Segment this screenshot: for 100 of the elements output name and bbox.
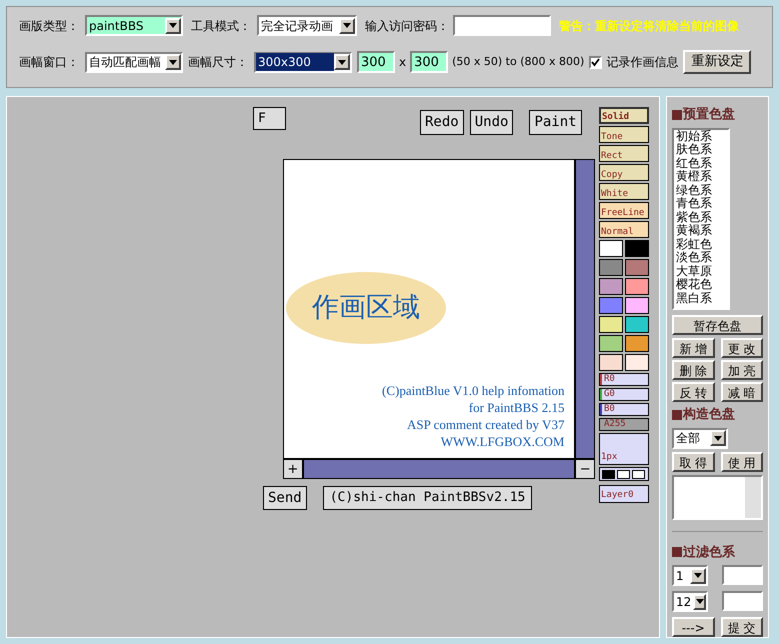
field-label: 工具模式： [191,18,251,34]
width-field[interactable]: 300 [357,51,395,73]
preset-item[interactable]: 大草原 [676,264,726,278]
preset-item[interactable]: 肤色系 [676,143,726,156]
color-swatch[interactable] [599,335,623,352]
help-text: (C)paintBlue V1.0 help infomation [382,382,564,399]
password-field[interactable] [453,15,551,36]
horizontal-scrollbar[interactable] [302,459,576,479]
preset-item[interactable]: 彩虹色 [676,238,726,251]
tool-button[interactable]: White [599,183,649,200]
tool-button[interactable]: Normal [599,221,649,238]
zoom-out-button[interactable]: − [575,459,596,479]
help-text: for PaintBBS 2.15 [468,399,564,416]
toolbar-button[interactable]: Paint [529,110,582,135]
mask-swatch[interactable] [602,470,615,478]
color-swatch[interactable] [625,297,649,314]
tool-button[interactable]: Rect [599,145,649,162]
drawing-canvas[interactable]: 作画区域 (C)paintBlue V1.0 help infomation for PaintBBS 2.15 ASP comment created by V37 WWW.LFGBOX.COM [283,159,576,459]
color-swatch[interactable] [625,316,649,333]
dropdown[interactable]: paintBBS [85,15,183,36]
field-label: 画版类型： [19,18,79,34]
warning-text: 警告：重新设定将清除当前的图像 [559,18,739,34]
tool-button[interactable]: Solid [599,107,649,124]
tool-button[interactable]: Copy [599,164,649,181]
record-checkbox[interactable] [589,56,602,68]
mask-swatch[interactable] [617,470,630,478]
square-bullet-icon [672,410,682,420]
slider-label: A255 [603,419,626,429]
pen-size-box[interactable]: 1px [599,433,649,465]
filter-field[interactable] [722,565,763,585]
preset-item[interactable]: 樱花色 [676,278,726,292]
preset-item[interactable]: 黑白系 [676,292,726,305]
send-button[interactable]: Send [263,486,307,510]
channel-slider[interactable]: R0 [599,373,649,386]
slider-label: R0 [603,374,615,384]
channel-slider[interactable]: B0 [599,403,649,416]
filter-field[interactable] [722,591,763,611]
color-swatch[interactable] [599,240,623,257]
color-swatch[interactable] [625,278,649,295]
toolbar-button[interactable]: Undo [470,110,514,135]
palette-button[interactable]: 更 改 [720,338,763,358]
color-swatch[interactable] [599,354,623,371]
arrow-button[interactable]: ---> [672,617,714,637]
dropdown[interactable]: 自动匹配画幅 [85,52,183,72]
toolbar-button[interactable]: Redo [420,110,464,135]
preset-item[interactable]: 黄褐系 [676,224,726,238]
color-swatch[interactable] [599,297,623,314]
save-palette-button[interactable]: 暂存色盘 [672,315,763,336]
preset-item[interactable]: 青色系 [676,197,726,210]
reset-button[interactable]: 重新设定 [683,50,752,74]
tool-button[interactable]: FreeLine [599,202,649,219]
section-heading: 构造色盘 [683,406,735,424]
preset-item[interactable]: 绿色系 [676,184,726,197]
times-sign: x [399,54,406,71]
preset-item[interactable]: 红色系 [676,156,726,170]
zoom-in-button[interactable]: + [283,459,303,479]
height-field[interactable]: 300 [410,51,448,73]
color-swatch[interactable] [625,354,649,371]
preset-item[interactable]: 黄橙系 [676,170,726,184]
palette-button[interactable]: 删 除 [672,360,714,380]
palette-button[interactable]: 反 转 [672,382,714,402]
build-dropdown[interactable]: 全部 [672,428,728,449]
channel-slider[interactable]: G0 [599,388,649,401]
vertical-scrollbar[interactable] [575,159,595,459]
filter-dropdown[interactable]: 12 [672,591,708,612]
square-bullet-icon [672,547,682,558]
scrollbar-track[interactable] [745,476,761,518]
build-button[interactable]: 使 用 [720,452,763,472]
preset-item[interactable]: 淡色系 [676,251,726,264]
build-button[interactable]: 取 得 [672,452,714,472]
section-heading: 过滤色系 [683,544,735,562]
submit-button[interactable]: 提 交 [720,617,763,637]
field-label: 画幅窗口： [19,54,79,71]
slider-label: G0 [603,389,615,399]
dropdown[interactable]: 完全记录动画 [257,15,357,36]
dropdown[interactable]: 300x300 [254,52,352,72]
section-heading: 预置色盘 [683,106,735,124]
checkbox-label: 记录作画信息 [606,54,678,71]
color-swatch[interactable] [625,240,649,257]
tool-button[interactable]: Tone [599,126,649,143]
preset-list[interactable]: 初始系 肤色系 红色系 黄橙系 绿色系 青色系 紫色系 黄褐系 彩虹色 淡色系 大草原 樱花色 黑白系 [672,128,730,310]
preset-item[interactable]: 紫色系 [676,210,726,224]
mask-swatch[interactable] [632,470,645,478]
layer-button[interactable]: Layer0 [599,485,649,503]
color-swatch[interactable] [599,259,623,276]
slider-label: B0 [603,404,615,414]
filter-dropdown[interactable]: 1 [672,565,708,586]
canvas-area-label: 作画区域 [286,272,446,344]
palette-button[interactable]: 加 亮 [720,360,763,380]
preset-item[interactable]: 初始系 [676,130,726,143]
size-range-text: (50 x 50) to (800 x 800) [452,54,584,70]
color-swatch[interactable] [599,278,623,295]
color-swatch[interactable] [625,259,649,276]
color-swatch[interactable] [599,316,623,333]
color-swatch[interactable] [625,335,649,352]
palette-button[interactable]: 新 增 [672,338,714,358]
f-button[interactable]: F [253,107,286,130]
credit-button[interactable]: (C)shi-chan PaintBBSv2.15 [322,486,532,510]
text-area[interactable] [672,474,763,520]
palette-button[interactable]: 减 暗 [720,382,763,402]
